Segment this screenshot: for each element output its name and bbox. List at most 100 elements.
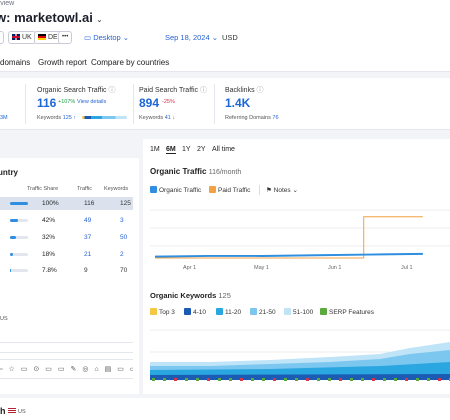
kw-legend-item[interactable]: 4-10 <box>184 308 206 316</box>
serp-feature-marker <box>218 378 221 381</box>
col-keywords[interactable]: Keywords <box>104 186 128 192</box>
serp-feature-marker <box>427 378 430 381</box>
tab-growth-report[interactable]: Growth report <box>38 58 87 67</box>
serp-feature-marker <box>185 378 188 381</box>
info-icon[interactable]: ⓘ <box>257 87 264 94</box>
cell-keywords[interactable]: 70 <box>120 267 127 274</box>
serp-feature-marker <box>306 378 309 381</box>
col-traffic[interactable]: Traffic <box>77 186 92 192</box>
organic-keywords: Keywords 125 ↑ <box>37 115 77 121</box>
serp-feature-marker <box>383 378 386 381</box>
legend-organic[interactable]: Organic Traffic <box>150 186 201 194</box>
period-2y[interactable]: 2Y <box>197 146 206 153</box>
cell-traffic[interactable]: 21 <box>84 251 91 258</box>
us-label: US <box>0 316 8 322</box>
organic-traffic-value[interactable]: 116 <box>37 96 56 110</box>
breadcrumb[interactable]: erview <box>0 0 14 7</box>
serp-feature-marker <box>196 378 199 381</box>
table-row[interactable]: 42% 49 3 <box>0 214 133 227</box>
db-pill-partial[interactable] <box>0 31 4 44</box>
x-tick-label: May 1 <box>254 265 269 271</box>
title-prefix: w: <box>0 10 11 25</box>
x-tick-label: Jul 1 <box>401 265 413 271</box>
notes-dropdown[interactable]: ⚑ Notes ⌄ <box>266 186 298 194</box>
paid-traffic-value[interactable]: 894 <box>139 96 159 110</box>
left-metric-sub[interactable]: 3M <box>0 115 8 121</box>
kw-legend-item[interactable]: SERP Features <box>320 308 374 316</box>
info-icon[interactable]: ⓘ <box>200 87 207 94</box>
period-6m[interactable]: 6M <box>166 146 176 154</box>
us-flag-icon <box>8 408 16 414</box>
serp-feature-marker <box>405 378 408 381</box>
more-databases-button[interactable]: ••• <box>58 31 73 44</box>
serp-feature-marker <box>350 378 353 381</box>
cell-traffic[interactable]: 9 <box>84 267 88 274</box>
cell-traffic[interactable]: 49 <box>84 217 91 224</box>
serp-feature-marker <box>152 378 155 381</box>
bottom-flag-label: US <box>8 408 26 415</box>
serp-feature-marker <box>438 378 441 381</box>
serp-feature-marker <box>251 378 254 381</box>
date-select[interactable]: Sep 18, 2024 ⌄ <box>165 33 218 42</box>
view-details-link[interactable]: View details <box>77 99 106 105</box>
cell-traffic[interactable]: 37 <box>84 234 91 241</box>
paid-traffic-delta: -25% <box>162 99 175 105</box>
db-pill-uk[interactable]: UK <box>8 31 36 44</box>
device-select[interactable]: ▭ Desktop ⌄ <box>84 33 129 42</box>
organic-chart-title: Organic Traffic 116/month <box>150 167 242 176</box>
cell-traffic[interactable]: 116 <box>84 200 94 207</box>
paid-traffic-label: Paid Search Traffic ⓘ <box>139 87 207 94</box>
cell-keywords[interactable]: 125 <box>120 200 131 207</box>
tab-compare-countries[interactable]: Compare by countries <box>91 58 169 67</box>
period-1y[interactable]: 1Y <box>182 146 191 153</box>
share-bar-fill <box>10 219 18 222</box>
table-row[interactable]: 18% 21 2 <box>0 248 133 261</box>
cell-keywords[interactable]: 3 <box>120 217 124 224</box>
tab-domains[interactable]: domains <box>0 58 30 67</box>
uk-flag-icon <box>12 34 20 40</box>
checkbox-icon <box>150 308 157 315</box>
checkbox-icon <box>250 308 257 315</box>
header: erview w: marketowl.ai ⌄ UK DE ••• ▭ Des… <box>0 0 450 58</box>
organic-traffic-chart <box>150 209 450 259</box>
checkbox-icon <box>209 186 216 193</box>
cell-keywords[interactable]: 50 <box>120 234 127 241</box>
serp-feature-marker <box>174 378 177 381</box>
monitor-icon: ▭ <box>84 33 92 42</box>
organic-keywords-title: Organic Keywords 125 <box>150 291 231 300</box>
period-all-time[interactable]: All time <box>212 146 235 153</box>
period-1m[interactable]: 1M <box>150 146 160 153</box>
serp-feature-marker <box>361 378 364 381</box>
legend-paid[interactable]: Paid Traffic <box>209 186 250 194</box>
organic-traffic-delta: +107% <box>58 99 76 105</box>
chevron-down-icon: ⌄ <box>211 33 219 42</box>
info-icon[interactable]: ⓘ <box>108 87 115 94</box>
serp-feature-marker <box>284 378 287 381</box>
share-bar-fill <box>10 236 16 239</box>
chevron-down-icon[interactable]: ⌄ <box>96 17 102 24</box>
serp-feature-marker <box>273 378 276 381</box>
keyword-distribution-bar <box>82 116 127 119</box>
kw-legend-item[interactable]: 51-100 <box>284 308 313 316</box>
table-row[interactable]: 7.8% 9 70 <box>0 264 133 277</box>
date-label: Sep 18, 2024 <box>165 33 210 42</box>
table-row[interactable]: 100% 116 125 <box>0 197 133 210</box>
kw-legend-item[interactable]: 11-20 <box>216 308 241 316</box>
backlinks-value[interactable]: 1.4K <box>225 96 250 110</box>
cell-share: 32% <box>42 234 56 241</box>
db-de-label: DE <box>48 34 58 41</box>
page-title: w: marketowl.ai ⌄ <box>0 10 102 25</box>
referring-domains: Referring Domains 76 <box>225 115 279 121</box>
table-row[interactable]: 32% 37 50 <box>0 231 133 244</box>
device-label: Desktop <box>93 33 121 42</box>
db-uk-label: UK <box>22 34 32 41</box>
cell-keywords[interactable]: 2 <box>120 251 124 258</box>
kw-legend-item[interactable]: Top 3 <box>150 308 175 316</box>
domain-name[interactable]: marketowl.ai <box>14 10 93 25</box>
kw-legend-item[interactable]: 21-50 <box>250 308 276 316</box>
col-traffic-share[interactable]: Traffic Share <box>27 186 58 192</box>
checkbox-icon <box>284 308 291 315</box>
metrics-row: 3M Organic Search Traffic ⓘ 116 +107% Vi… <box>0 78 450 130</box>
backlinks-label: Backlinks ⓘ <box>225 87 264 94</box>
checkbox-icon <box>150 186 157 193</box>
